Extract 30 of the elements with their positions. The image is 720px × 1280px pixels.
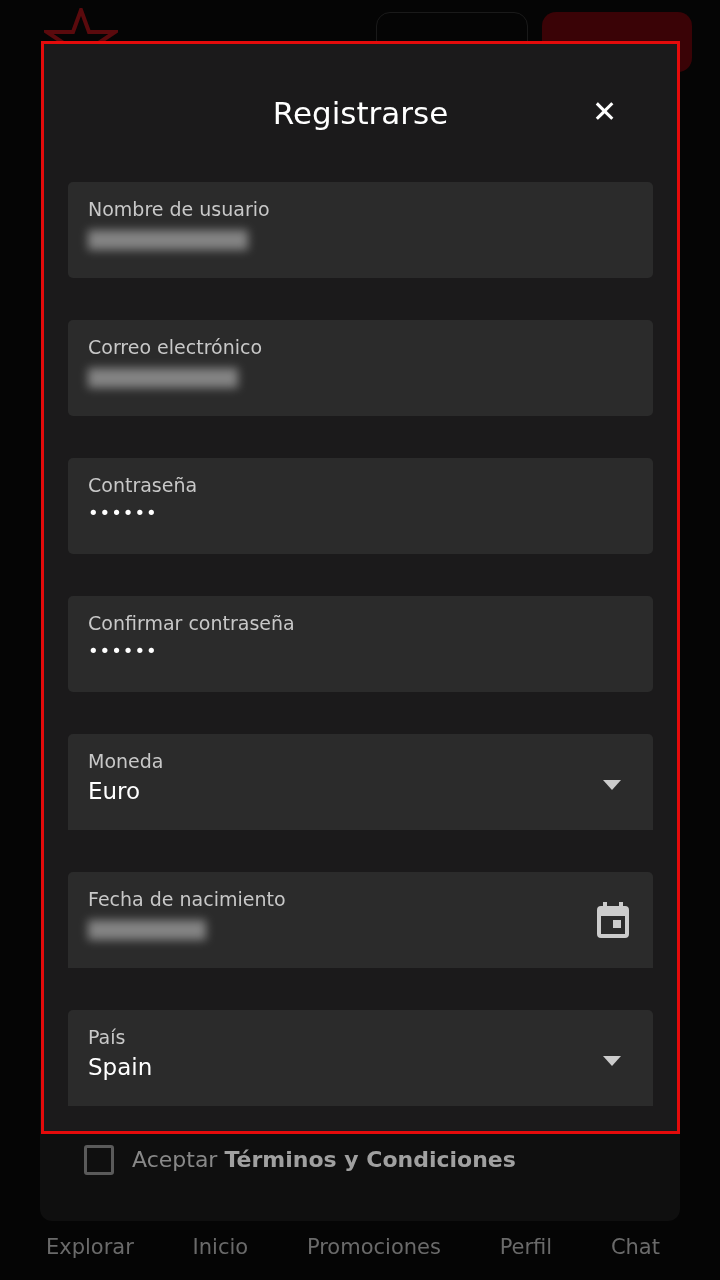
caret-icon xyxy=(603,1056,621,1066)
input-field[interactable]: Correo electrónico xyxy=(68,320,653,416)
select-field[interactable]: País Spain xyxy=(68,1010,653,1106)
nav-item[interactable]: Promociones xyxy=(306,1235,441,1259)
input-field[interactable]: Contraseña •••••• xyxy=(68,458,653,554)
field-label: Moneda xyxy=(88,750,164,772)
field-label: Fecha de nacimiento xyxy=(88,888,286,910)
nav-item[interactable]: Explorar xyxy=(46,1235,134,1259)
password-dots: •••••• xyxy=(88,502,159,523)
select-field[interactable]: Moneda Euro xyxy=(68,734,653,830)
select-value: Spain xyxy=(88,1054,153,1080)
caret-icon xyxy=(603,780,621,790)
terms-checkbox[interactable] xyxy=(84,1145,114,1175)
field-label: Correo electrónico xyxy=(88,336,263,358)
input-field[interactable]: Confirmar contraseña •••••• xyxy=(68,596,653,692)
dialog-title: Registrarse xyxy=(272,95,449,131)
input-field[interactable]: Fecha de nacimiento xyxy=(68,872,653,968)
input-field[interactable]: Nombre de usuario xyxy=(68,182,653,278)
field-label: Nombre de usuario xyxy=(88,198,270,220)
nav-item[interactable]: Perfil xyxy=(499,1235,553,1259)
field-label: Contraseña xyxy=(88,474,198,496)
password-dots: •••••• xyxy=(88,640,159,661)
nav-item[interactable]: Inicio xyxy=(192,1235,249,1259)
field-label: País xyxy=(88,1026,127,1048)
select-value: Euro xyxy=(88,778,142,804)
calendar-icon xyxy=(597,902,629,938)
terms-text: Aceptar Términos y Condiciones xyxy=(132,1146,516,1174)
nav-item[interactable]: Chat xyxy=(610,1235,660,1259)
field-label: Confirmar contraseña xyxy=(88,612,295,634)
close-button[interactable]: ✕ xyxy=(588,94,621,129)
